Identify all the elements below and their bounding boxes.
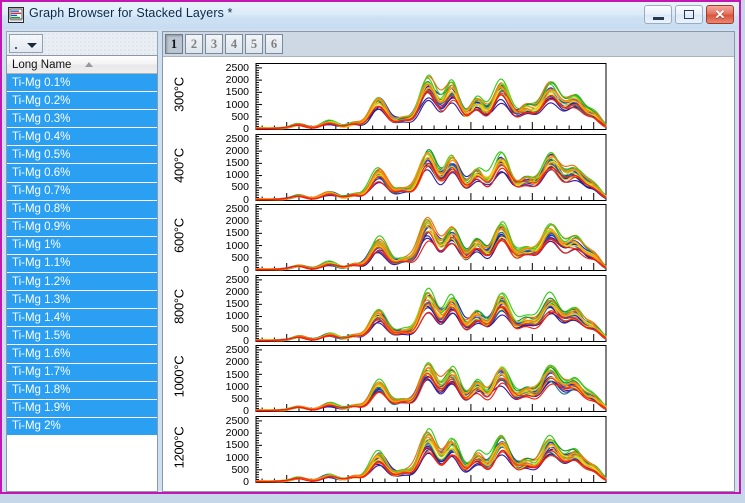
list-item-label: Ti-Mg 1.7% [12,366,71,379]
x-axis-tick-label: 20 [279,488,293,491]
list-item-label: Ti-Mg 0.2% [12,94,71,107]
list-item[interactable]: Ti-Mg 0.2% [7,92,157,111]
list-item[interactable]: Ti-Mg 1.9% [7,399,157,418]
list-item[interactable]: Ti-Mg 0.5% [7,146,157,165]
column-header-label: Long Name [12,58,72,71]
list-item-label: Ti-Mg 0.1% [12,76,71,89]
layer-dropdown-button[interactable] [9,34,43,53]
list-item[interactable]: Ti-Mg 0.3% [7,110,157,129]
tab-layer-4[interactable]: 4 [225,34,243,54]
list-item-label: Ti-Mg 0.7% [12,185,71,198]
graph-window-icon [8,7,24,23]
list-item-label: Ti-Mg 1.3% [12,293,71,306]
window-controls: ✕ [644,5,734,24]
list-item-label: Ti-Mg 2% [12,420,61,433]
plot-panel-1200C[interactable] [163,416,620,484]
tab-layer-3[interactable]: 3 [205,34,223,54]
list-item[interactable]: Ti-Mg 0.4% [7,128,157,147]
list-item-label: Ti-Mg 1.4% [12,311,71,324]
chevron-down-icon [27,43,37,48]
graph-panel: 123456 300°C 0 500 1000 1500 2000 2500 400°C 0 50… [162,31,735,492]
maximize-icon [684,10,694,19]
list-item-label: Ti-Mg 0.6% [12,167,71,180]
minimize-icon [652,16,664,20]
list-item-label: Ti-Mg 0.3% [12,112,71,125]
plot-panel-600C[interactable] [163,204,620,272]
list-item[interactable]: Ti-Mg 0.8% [7,200,157,219]
minimize-button[interactable] [644,5,672,24]
close-icon: ✕ [714,7,726,22]
tab-layer-5[interactable]: 5 [245,34,263,54]
list-item[interactable]: Ti-Mg 0.6% [7,164,157,183]
list-item[interactable]: Ti-Mg 1.4% [7,309,157,328]
maximize-button[interactable] [675,5,703,24]
list-item[interactable]: Ti-Mg 1.8% [7,381,157,400]
list-item-label: Ti-Mg 0.9% [12,221,71,234]
list-item[interactable]: Ti-Mg 1.2% [7,273,157,292]
list-item[interactable]: Ti-Mg 1.1% [7,254,157,274]
list-item[interactable]: Ti-Mg 1.6% [7,345,157,364]
close-button[interactable]: ✕ [706,5,734,24]
list-item-label: Ti-Mg 1.8% [12,384,71,397]
stacked-plot-area[interactable]: 300°C 0 500 1000 1500 2000 2500 400°C 0 500 1000 15… [163,58,734,491]
graph-browser-window: Graph Browser for Stacked Layers * ✕ Lon… [0,0,741,494]
x-axis-tick-label: 40 [402,488,416,491]
list-item-label: Ti-Mg 1.6% [12,347,71,360]
list-item-label: Ti-Mg 1% [12,239,61,252]
list-item[interactable]: Ti-Mg 1% [7,236,157,255]
window-title: Graph Browser for Stacked Layers * [29,6,233,20]
list-item-label: Ti-Mg 1.1% [12,257,71,270]
x-axis-tick-label: 60 [525,488,539,491]
plot-panel-400C[interactable] [163,133,620,202]
list-item[interactable]: Ti-Mg 0.7% [7,182,157,201]
sidebar-toolbar [6,31,158,55]
tab-layer-6[interactable]: 6 [265,34,283,54]
listbox-rows: Ti-Mg 0.1% Ti-Mg 0.2% Ti-Mg 0.3% Ti-Mg 0.4%… [7,74,157,436]
list-item[interactable]: Ti-Mg 0.1% [7,74,157,93]
long-name-listbox[interactable]: Long Name Ti-Mg 0.1% Ti-Mg 0.2% Ti-Mg 0.3%… [6,55,158,492]
x-axis-tick-labels: 20 40 60 [163,488,626,491]
column-header-long-name[interactable]: Long Name [7,56,157,74]
list-item[interactable]: Ti-Mg 1.5% [7,327,157,346]
plot-panel-800C[interactable] [163,274,620,343]
plot-panel-300C[interactable] [163,63,620,131]
list-item[interactable]: Ti-Mg 2% [7,417,157,436]
plot-panel-1000C[interactable] [163,345,620,413]
sort-ascending-icon[interactable] [85,62,93,67]
list-item[interactable]: Ti-Mg 1.3% [7,291,157,310]
dropdown-dot-icon [15,47,17,49]
list-item[interactable]: Ti-Mg 1.7% [7,363,157,382]
app-root: Graph Browser for Stacked Layers * ✕ Lon… [0,0,745,503]
layer-tab-strip: 123456 [163,32,734,57]
list-item[interactable]: Ti-Mg 0.9% [7,218,157,237]
tab-layer-2[interactable]: 2 [185,34,203,54]
list-item-label: Ti-Mg 0.5% [12,148,71,161]
list-item-label: Ti-Mg 0.4% [12,130,71,143]
sidebar: Long Name Ti-Mg 0.1% Ti-Mg 0.2% Ti-Mg 0.3%… [6,31,158,492]
tab-layer-1[interactable]: 1 [165,34,183,54]
title-bar[interactable]: Graph Browser for Stacked Layers * ✕ [2,2,739,29]
list-item-label: Ti-Mg 1.2% [12,275,71,288]
list-item-label: Ti-Mg 0.8% [12,203,71,216]
list-item-label: Ti-Mg 1.9% [12,402,71,415]
list-item-label: Ti-Mg 1.5% [12,329,71,342]
client-area: Long Name Ti-Mg 0.1% Ti-Mg 0.2% Ti-Mg 0.3%… [2,29,739,492]
